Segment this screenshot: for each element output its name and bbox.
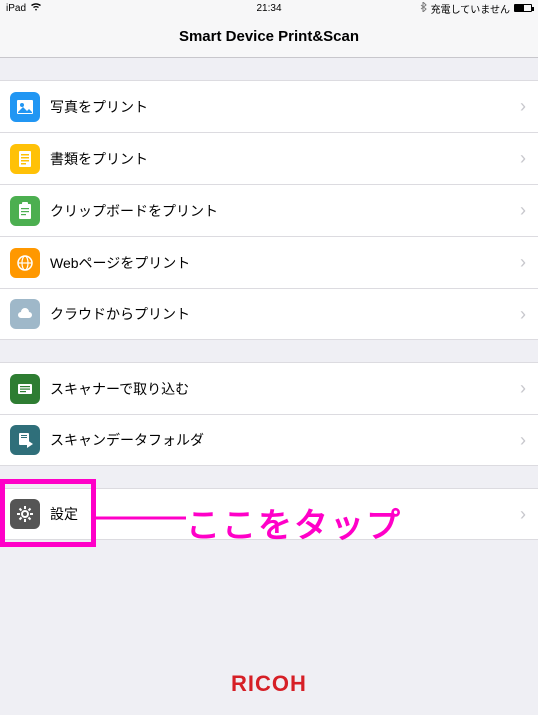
chevron-right-icon: ›	[520, 148, 526, 169]
photo-icon	[10, 92, 40, 122]
chevron-right-icon: ›	[520, 378, 526, 399]
chevron-right-icon: ›	[520, 96, 526, 117]
menu-item-scan-folder[interactable]: スキャンデータフォルダ ›	[0, 414, 538, 466]
cloud-icon	[10, 299, 40, 329]
chevron-right-icon: ›	[520, 200, 526, 221]
chevron-right-icon: ›	[520, 252, 526, 273]
bluetooth-icon	[420, 2, 427, 15]
menu-group-scan: スキャナーで取り込む › スキャンデータフォルダ ›	[0, 362, 538, 466]
scanner-icon	[10, 374, 40, 404]
page-title: Smart Device Print&Scan	[179, 28, 359, 45]
menu-item-document-print[interactable]: 書類をプリント ›	[0, 132, 538, 184]
scan-folder-icon	[10, 425, 40, 455]
status-time: 21:34	[256, 3, 281, 14]
device-label: iPad	[6, 3, 26, 14]
gear-icon	[10, 499, 40, 529]
battery-icon	[514, 4, 532, 12]
menu-item-label: Webページをプリント	[50, 253, 520, 273]
menu-item-label: スキャンデータフォルダ	[50, 430, 520, 450]
chevron-right-icon: ›	[520, 504, 526, 525]
clipboard-icon	[10, 196, 40, 226]
menu-item-label: クラウドからプリント	[50, 304, 520, 324]
charge-label: 充電していません	[431, 1, 510, 16]
brand-logo: RICOH	[0, 671, 538, 697]
menu-item-label: クリップボードをプリント	[50, 201, 520, 221]
menu-group-settings: 設定 ›	[0, 488, 538, 540]
menu-item-cloud-print[interactable]: クラウドからプリント ›	[0, 288, 538, 340]
chevron-right-icon: ›	[520, 430, 526, 451]
menu-item-scanner-import[interactable]: スキャナーで取り込む ›	[0, 362, 538, 414]
menu-item-label: 設定	[50, 504, 520, 524]
wifi-icon	[30, 2, 42, 15]
menu-item-label: スキャナーで取り込む	[50, 379, 520, 399]
menu-item-label: 写真をプリント	[50, 97, 520, 117]
chevron-right-icon: ›	[520, 304, 526, 325]
menu-item-web-print[interactable]: Webページをプリント ›	[0, 236, 538, 288]
nav-bar: Smart Device Print&Scan	[0, 16, 538, 58]
menu-item-clipboard-print[interactable]: クリップボードをプリント ›	[0, 184, 538, 236]
menu-item-photo-print[interactable]: 写真をプリント ›	[0, 80, 538, 132]
status-bar: iPad 21:34 充電していません	[0, 0, 538, 16]
menu-item-label: 書類をプリント	[50, 149, 520, 169]
menu-item-settings[interactable]: 設定 ›	[0, 488, 538, 540]
menu-group-print: 写真をプリント › 書類をプリント › クリップボードをプリント › Webペー…	[0, 80, 538, 340]
web-icon	[10, 248, 40, 278]
document-icon	[10, 144, 40, 174]
